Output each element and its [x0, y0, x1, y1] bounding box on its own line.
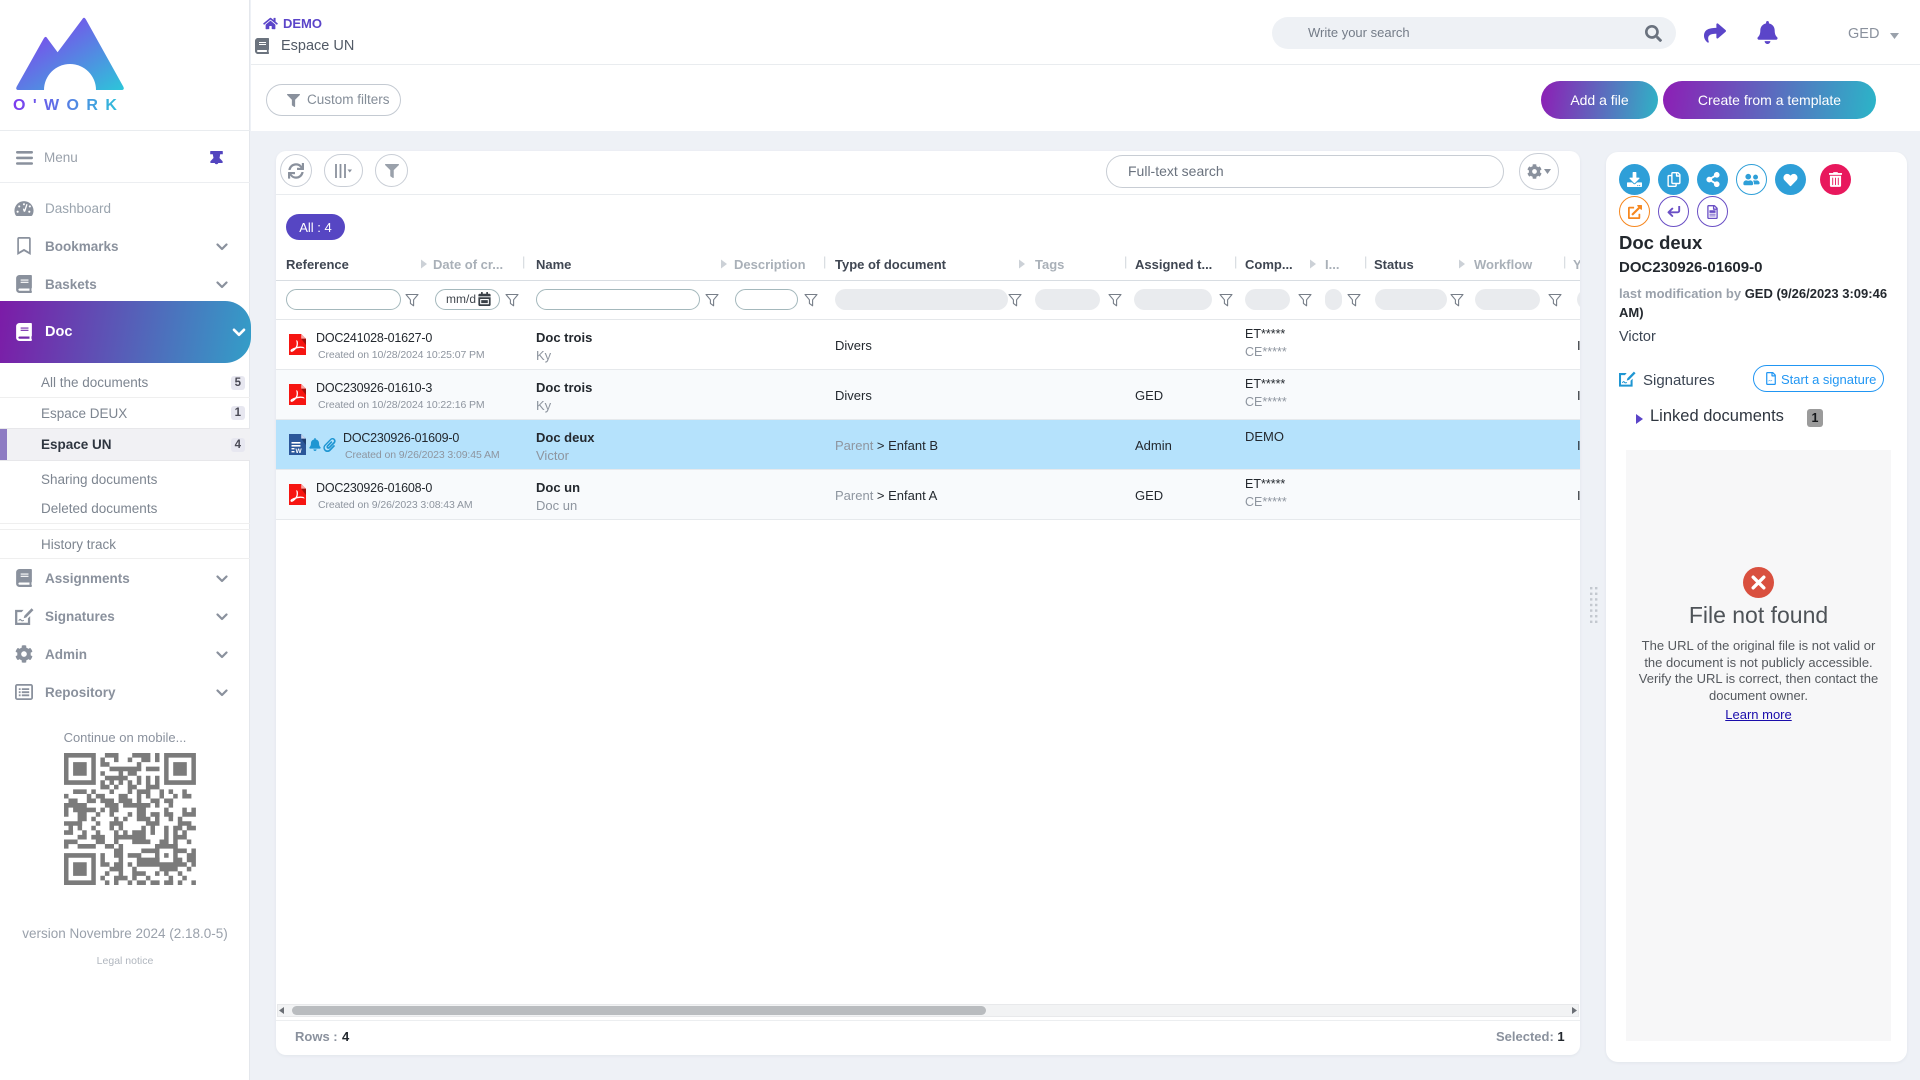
svg-text:O'WORK: O'WORK — [13, 97, 124, 114]
svg-text:W: W — [296, 448, 303, 455]
